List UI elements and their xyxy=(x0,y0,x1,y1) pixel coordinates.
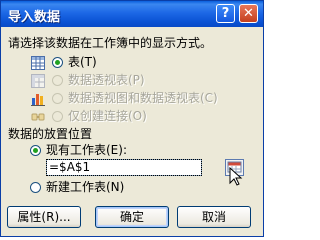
pivot-table-radio[interactable] xyxy=(52,75,63,86)
cell-reference-input[interactable]: =$A$1 xyxy=(46,159,202,176)
table-option-label[interactable]: 表(T) xyxy=(68,55,97,69)
pivot-chart-radio[interactable] xyxy=(52,93,63,104)
properties-button[interactable]: 属性(R)... xyxy=(7,206,81,228)
help-button[interactable]: ? xyxy=(216,4,235,23)
pivot-table-icon xyxy=(31,74,45,88)
close-button[interactable]: ✕ xyxy=(239,4,258,23)
cancel-button[interactable]: 取消 xyxy=(177,206,251,228)
new-sheet-radio[interactable] xyxy=(30,182,41,193)
connection-only-radio[interactable] xyxy=(52,111,63,122)
title-bar[interactable]: 导入数据 ? ✕ xyxy=(1,1,263,27)
connection-icon xyxy=(31,113,45,121)
radio-dot xyxy=(33,148,38,153)
existing-sheet-radio[interactable] xyxy=(30,145,41,156)
placement-section-label: 数据的放置位置 xyxy=(8,127,93,141)
pivot-chart-icon xyxy=(31,94,45,106)
dialog-title: 导入数据 xyxy=(8,10,61,25)
display-section-label: 请选择该数据在工作簿中的显示方式。 xyxy=(8,36,213,50)
new-sheet-label[interactable]: 新建工作表(N) xyxy=(46,180,124,194)
table-icon xyxy=(31,56,45,70)
ok-button[interactable]: 确定 xyxy=(95,206,169,228)
mouse-cursor-icon xyxy=(229,167,243,186)
connection-only-option-label[interactable]: 仅创建连接(O) xyxy=(68,109,147,123)
radio-dot xyxy=(55,60,60,65)
import-data-dialog: 导入数据 ? ✕ 请选择该数据在工作簿中的显示方式。 表(T) 数据透视表(P)… xyxy=(0,0,264,237)
existing-sheet-label[interactable]: 现有工作表(E): xyxy=(46,143,127,157)
pivot-chart-option-label[interactable]: 数据透视图和数据透视表(C) xyxy=(68,91,218,105)
pivot-table-option-label[interactable]: 数据透视表(P) xyxy=(68,73,145,87)
table-radio[interactable] xyxy=(52,57,63,68)
